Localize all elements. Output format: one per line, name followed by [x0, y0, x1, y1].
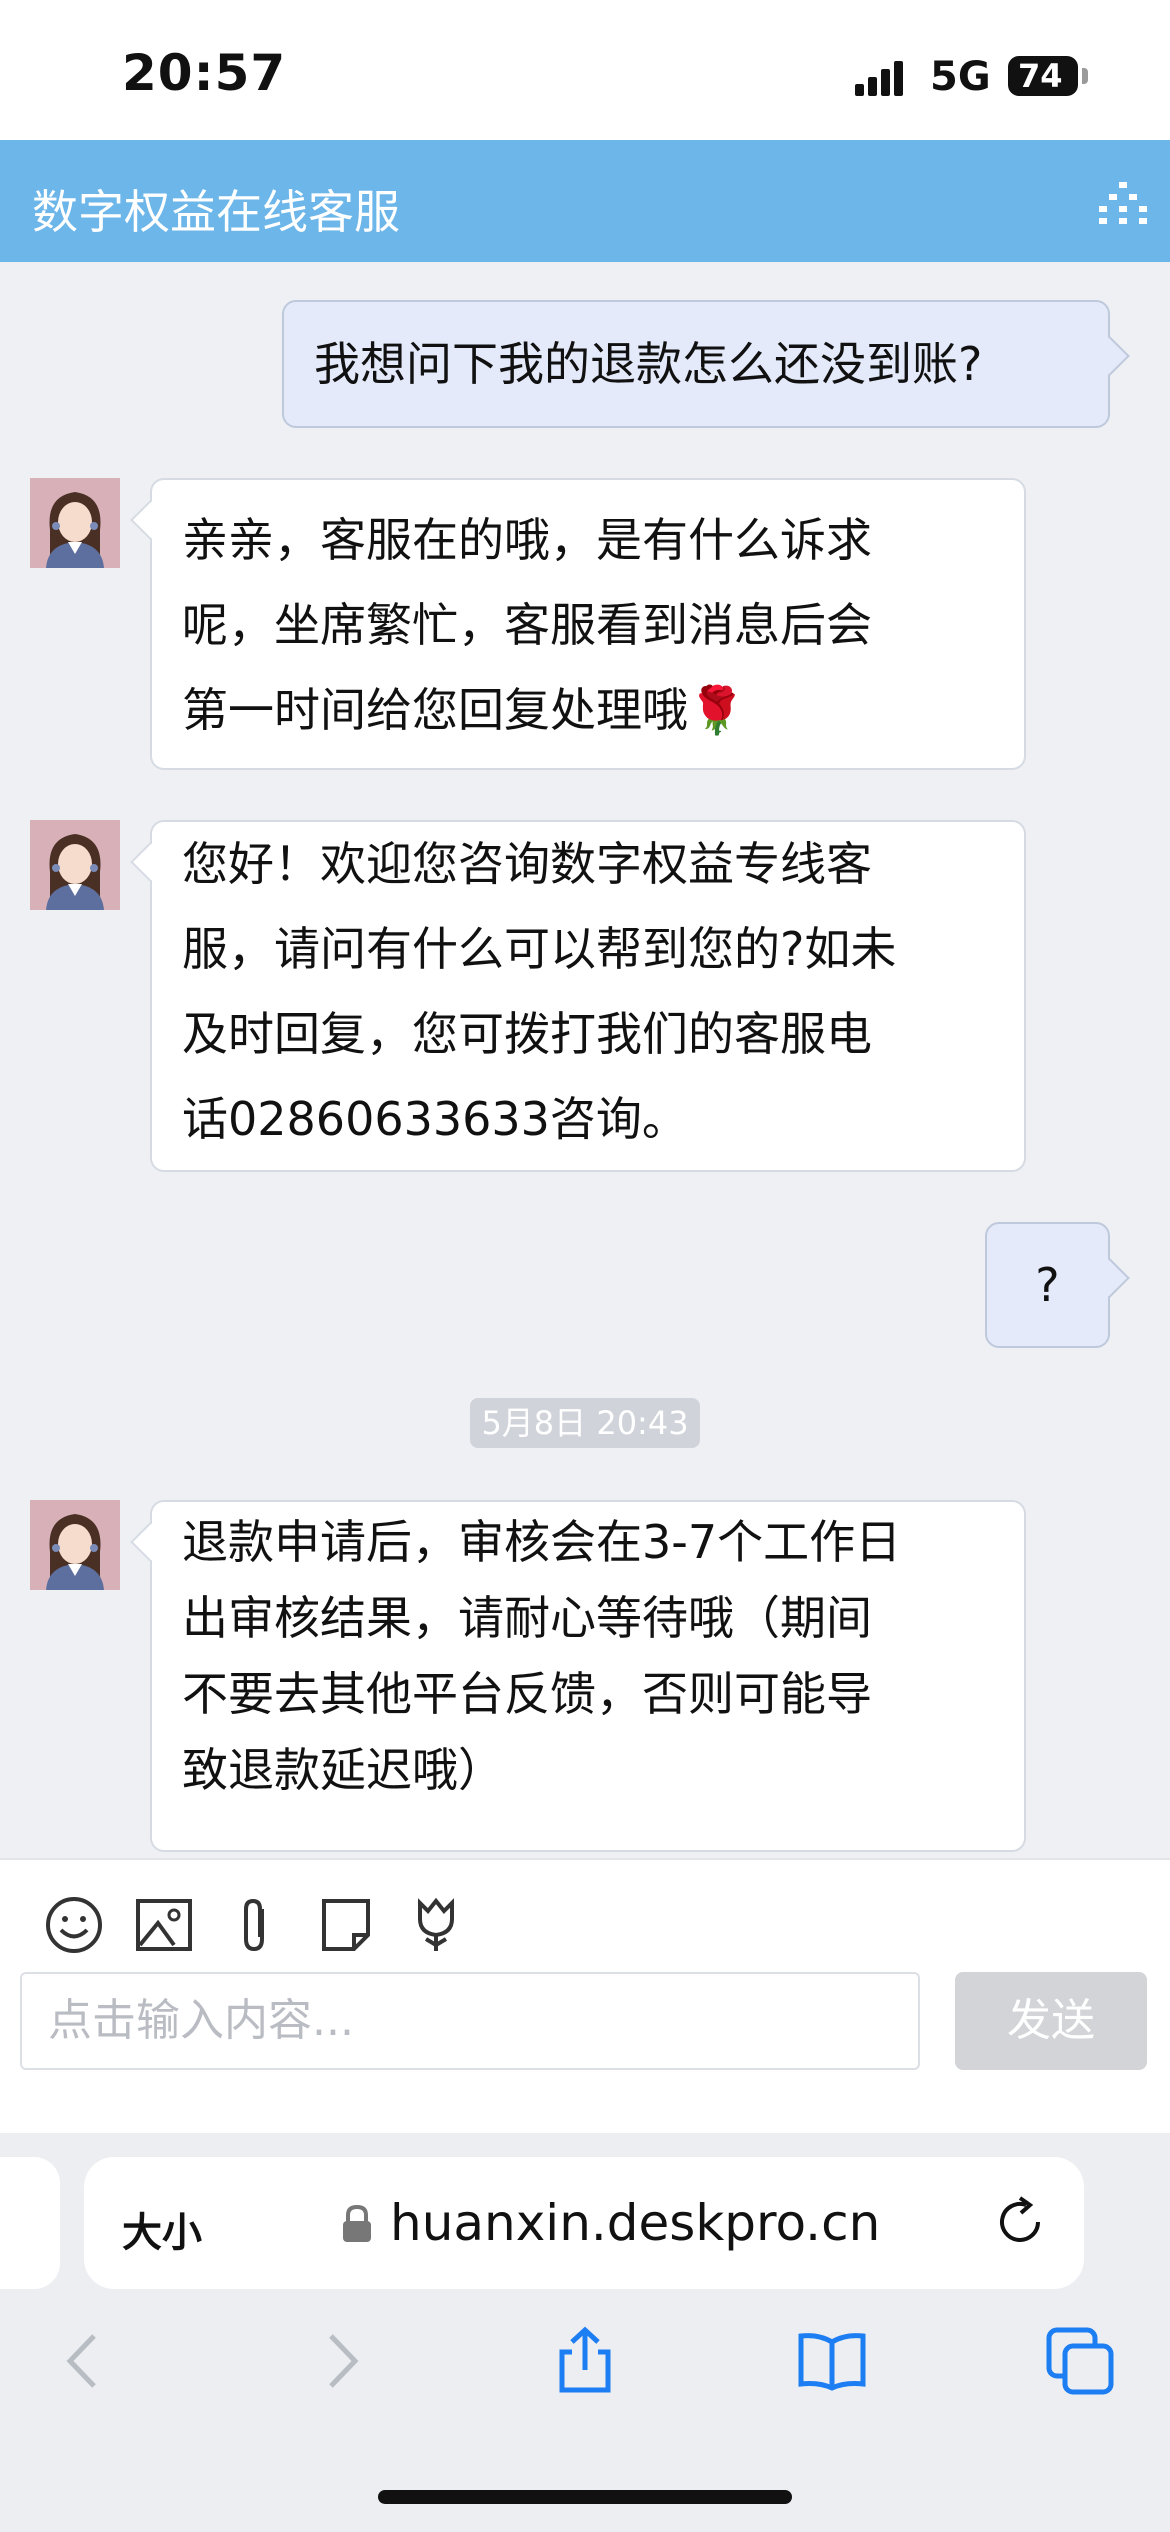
message-line: 话02860633633咨询。 [182, 1092, 688, 1146]
message-line: 不要去其他平台反馈，否则可能导 [182, 1667, 872, 1721]
battery-icon: 74 [1008, 56, 1078, 96]
message-text: 我想问下我的退款怎么还没到账? [314, 337, 983, 391]
message-text: ? [1035, 1258, 1060, 1312]
battery-tip [1082, 68, 1088, 84]
network-type: 5G [930, 54, 991, 100]
url-text[interactable]: huanxin.deskpro.cn [390, 2194, 880, 2252]
message-user-2[interactable]: ? [985, 1222, 1110, 1348]
emoji-icon[interactable] [44, 1895, 104, 1955]
previous-tab-preview[interactable] [0, 2157, 60, 2289]
message-timestamp: 5月8日 20:43 [470, 1398, 700, 1448]
share-icon[interactable] [550, 2326, 620, 2396]
message-line: 出审核结果，请耐心等待哦（期间 [182, 1591, 872, 1645]
forward-arrow-icon[interactable] [305, 2326, 375, 2396]
tabs-icon[interactable] [1045, 2326, 1115, 2396]
message-line: 退款申请后，审核会在3-7个工作日 [182, 1515, 902, 1569]
message-line: 及时回复，您可拨打我们的客服电 [182, 1007, 872, 1061]
lock-icon [343, 2204, 371, 2242]
status-bar: 20:57 5G 74 [0, 0, 1170, 140]
note-icon[interactable] [316, 1895, 376, 1955]
message-line: 亲亲，客服在的哦，是有什么诉求 [182, 513, 872, 567]
page-title: 数字权益在线客服 [32, 185, 400, 239]
status-time: 20:57 [122, 44, 287, 102]
cellular-signal-icon [855, 61, 903, 96]
agent-avatar [30, 820, 120, 910]
message-line: 致退款延迟哦） [182, 1743, 504, 1797]
image-icon[interactable] [134, 1895, 194, 1955]
agent-avatar [30, 478, 120, 568]
attachment-icon[interactable] [226, 1895, 286, 1955]
bookmarks-icon[interactable] [797, 2326, 867, 2396]
message-agent-2[interactable]: 您好！欢迎您咨询数字权益专线客 服，请问有什么可以帮到您的?如未 及时回复，您可… [150, 820, 1026, 1172]
message-line: 您好！欢迎您咨询数字权益专线客 [182, 837, 872, 891]
message-user-1[interactable]: 我想问下我的退款怎么还没到账? [282, 300, 1110, 428]
message-line: 呢，坐席繁忙，客服看到消息后会 [182, 598, 872, 652]
message-agent-1[interactable]: 亲亲，客服在的哦，是有什么诉求 呢，坐席繁忙，客服看到消息后会 第一时间给您回复… [150, 478, 1026, 770]
message-line: 服，请问有什么可以帮到您的?如未 [182, 922, 897, 976]
message-line: 第一时间给您回复处理哦🌹 [182, 683, 746, 737]
message-agent-3[interactable]: 退款申请后，审核会在3-7个工作日 出审核结果，请耐心等待哦（期间 不要去其他平… [150, 1500, 1026, 1852]
menu-icon[interactable] [1098, 180, 1148, 230]
send-button[interactable]: 发送 [955, 1972, 1147, 2070]
reload-icon[interactable] [992, 2194, 1048, 2250]
agent-avatar [30, 1500, 120, 1590]
back-arrow-icon[interactable] [50, 2326, 120, 2396]
rose-emoji: 🌹 [688, 683, 746, 737]
text-size-button[interactable]: 大小 [122, 2200, 202, 2258]
chat-header: 数字权益在线客服 [0, 140, 1170, 262]
message-input[interactable]: 点击输入内容... [20, 1972, 920, 2070]
evaluate-flower-icon[interactable] [406, 1895, 466, 1955]
home-indicator [378, 2490, 792, 2504]
